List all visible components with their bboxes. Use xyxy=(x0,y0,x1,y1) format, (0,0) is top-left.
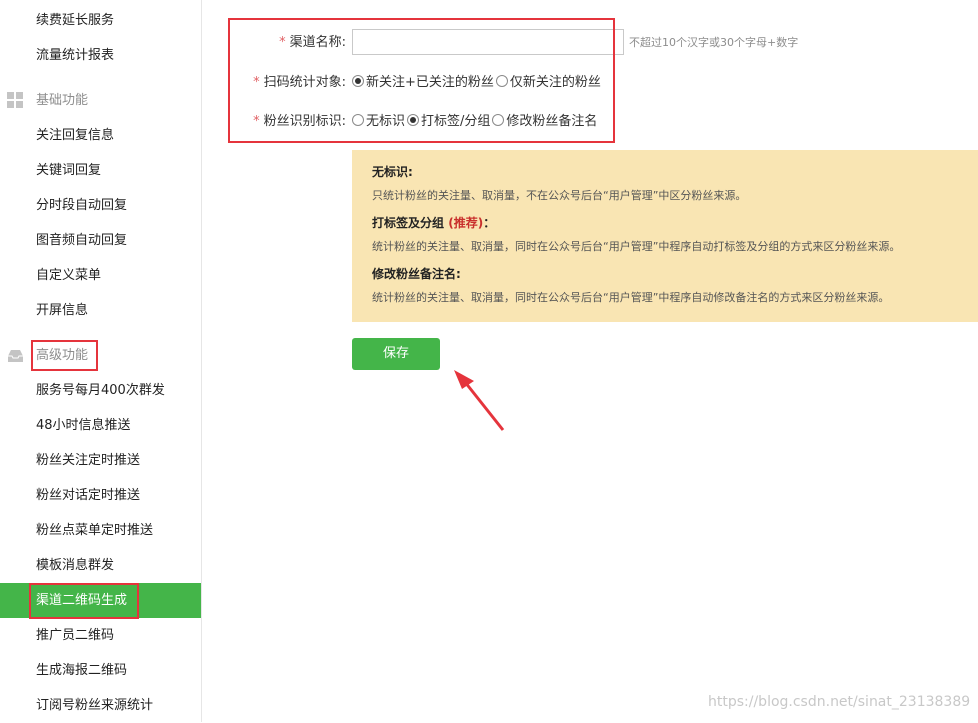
radio-label: 新关注+已关注的粉丝 xyxy=(366,75,494,90)
radio-selected-icon xyxy=(407,114,420,126)
info-box: 无标识: 只统计粉丝的关注量、取消量，不在公众号后台“用户管理”中区分粉丝来源。… xyxy=(352,150,978,322)
info-desc-tag-group: 统计粉丝的关注量、取消量，同时在公众号后台“用户管理”中程序自动打标签及分组的方… xyxy=(372,240,901,253)
sidebar: 续费延长服务 流量统计报表 基础功能 关注回复信息 关键词回复 分时段自动回复 … xyxy=(0,0,202,722)
fan-mark-label-text: 粉丝识别标识: xyxy=(263,114,346,129)
scan-target-label-text: 扫码统计对象: xyxy=(263,75,346,90)
recommended-badge: (推荐) xyxy=(448,216,484,230)
sidebar-item-follow-timed-push[interactable]: 粉丝关注定时推送 xyxy=(0,443,201,478)
required-mark: * xyxy=(253,75,260,90)
sidebar-item-mass-send[interactable]: 服务号每月400次群发 xyxy=(0,373,201,408)
radio-unselected-icon xyxy=(495,75,508,87)
info-title-no-mark: 无标识: xyxy=(372,165,413,179)
sidebar-item-follow-reply[interactable]: 关注回复信息 xyxy=(0,118,201,153)
info-title-suffix: ： xyxy=(483,216,496,230)
radio-label: 仅新关注的粉丝 xyxy=(509,75,601,90)
inbox-icon xyxy=(8,350,23,362)
sidebar-section-advanced-label: 高级功能 xyxy=(36,348,89,363)
required-mark: * xyxy=(279,35,286,50)
radio-tag-group[interactable]: 打标签/分组 xyxy=(407,109,490,135)
fan-mark-row: * 粉丝识别标识: xyxy=(230,109,346,135)
radio-edit-remark[interactable]: 修改粉丝备注名 xyxy=(492,109,597,135)
radio-unselected-icon xyxy=(352,114,364,126)
radio-selected-icon xyxy=(352,75,364,87)
sidebar-item-splash-info[interactable]: 开屏信息 xyxy=(0,293,201,328)
radio-unselected-icon xyxy=(492,114,505,126)
required-mark: * xyxy=(253,114,260,129)
info-title-tag-group-text: 打标签及分组 xyxy=(372,216,445,230)
channel-name-label-text: 渠道名称: xyxy=(289,35,346,50)
radio-new-and-existing-fans[interactable]: 新关注+已关注的粉丝 xyxy=(352,70,494,96)
channel-name-row: * 渠道名称: xyxy=(230,30,346,56)
info-desc-no-mark: 只统计粉丝的关注量、取消量，不在公众号后台“用户管理”中区分粉丝来源。 xyxy=(372,189,747,202)
radio-label: 无标识 xyxy=(366,114,406,129)
radio-label: 修改粉丝备注名 xyxy=(506,114,598,129)
radio-label: 打标签/分组 xyxy=(421,114,491,129)
sidebar-item-media-reply[interactable]: 图音频自动回复 xyxy=(0,223,201,258)
sidebar-item-custom-menu[interactable]: 自定义菜单 xyxy=(0,258,201,293)
channel-name-input[interactable] xyxy=(352,29,624,55)
sidebar-item-channel-qrcode[interactable]: 渠道二维码生成 xyxy=(0,583,201,618)
sidebar-item-48h-push[interactable]: 48小时信息推送 xyxy=(0,408,201,443)
sidebar-item-chat-timed-push[interactable]: 粉丝对话定时推送 xyxy=(0,478,201,513)
sidebar-section-basic: 基础功能 xyxy=(0,83,201,118)
sidebar-item-fan-source-stats[interactable]: 订阅号粉丝来源统计 xyxy=(0,688,201,723)
info-desc-edit-remark: 统计粉丝的关注量、取消量，同时在公众号后台“用户管理”中程序自动修改备注名的方式… xyxy=(372,291,890,304)
sidebar-item-traffic-report[interactable]: 流量统计报表 xyxy=(0,38,201,73)
radio-no-mark[interactable]: 无标识 xyxy=(352,109,405,135)
sidebar-item-keyword-reply[interactable]: 关键词回复 xyxy=(0,153,201,188)
sidebar-section-basic-label: 基础功能 xyxy=(36,93,89,108)
scan-target-row: * 扫码统计对象: xyxy=(230,70,346,96)
sidebar-item-template-msg[interactable]: 模板消息群发 xyxy=(0,548,201,583)
channel-name-label: * 渠道名称: xyxy=(279,30,346,56)
scan-target-label: * 扫码统计对象: xyxy=(253,70,346,96)
watermark: https://blog.csdn.net/sinat_23138389 xyxy=(708,694,971,710)
sidebar-item-renew[interactable]: 续费延长服务 xyxy=(0,3,201,38)
sidebar-item-timed-reply[interactable]: 分时段自动回复 xyxy=(0,188,201,223)
channel-name-hint: 不超过10个汉字或30个字母+数字 xyxy=(629,36,799,49)
fan-mark-label: * 粉丝识别标识: xyxy=(253,109,346,135)
sidebar-item-menu-timed-push[interactable]: 粉丝点菜单定时推送 xyxy=(0,513,201,548)
sidebar-section-advanced: 高级功能 xyxy=(0,338,201,373)
annotation-arrow-icon xyxy=(454,370,505,431)
grid-icon xyxy=(7,92,23,108)
sidebar-item-poster-qrcode[interactable]: 生成海报二维码 xyxy=(0,653,201,688)
radio-new-fans-only[interactable]: 仅新关注的粉丝 xyxy=(495,70,601,96)
scan-target-radio-group: 新关注+已关注的粉丝 仅新关注的粉丝 xyxy=(352,70,601,97)
info-title-edit-remark: 修改粉丝备注名: xyxy=(372,267,461,281)
fan-mark-radio-group: 无标识 打标签/分组 修改粉丝备注名 xyxy=(352,109,597,136)
sidebar-item-promoter-qrcode[interactable]: 推广员二维码 xyxy=(0,618,201,653)
info-title-tag-group: 打标签及分组 (推荐)： xyxy=(372,214,495,231)
save-button[interactable]: 保存 xyxy=(352,338,440,370)
